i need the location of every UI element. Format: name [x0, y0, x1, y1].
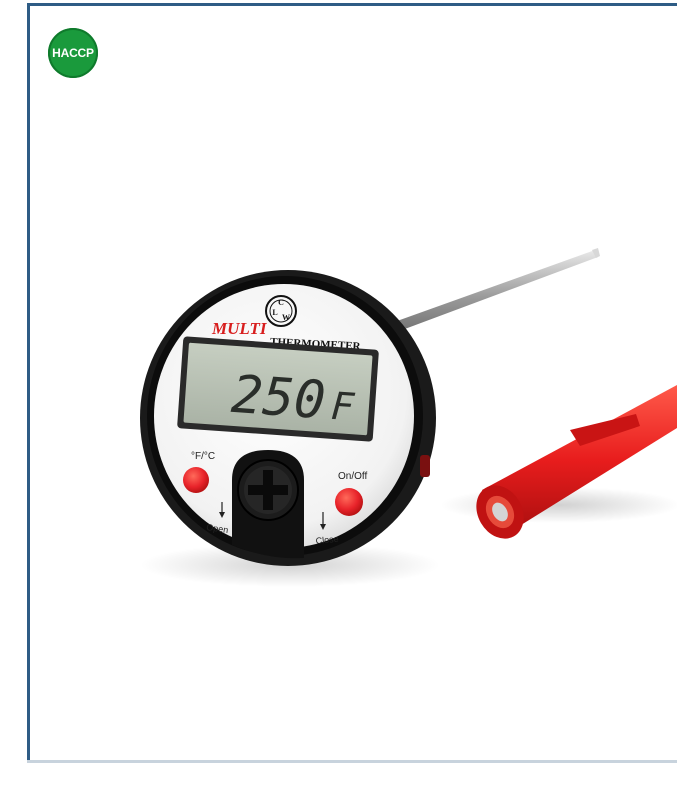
unit-toggle-label: °F/°C [191, 451, 215, 462]
power-button-label: On/Off [338, 471, 367, 482]
svg-text:L: L [272, 308, 277, 317]
svg-text:C: C [278, 298, 284, 307]
haccp-badge: HACCP [48, 28, 98, 78]
thermometer-photo: C L W MULTI THERMOMETER 250 F °F/°C On/O… [140, 248, 677, 587]
lcd-display: 250 F [177, 336, 379, 442]
calibration-knob [232, 450, 304, 559]
photo-frame: C L W MULTI THERMOMETER 250 F °F/°C On/O… [0, 0, 677, 785]
lcd-unit: F [330, 384, 357, 430]
power-button [335, 488, 363, 516]
unit-toggle-button [183, 467, 209, 493]
svg-text:W: W [282, 313, 290, 322]
haccp-badge-label: HACCP [52, 46, 94, 60]
thermometer-dial: C L W MULTI THERMOMETER 250 F °F/°C On/O… [140, 270, 436, 566]
red-sheath [476, 385, 677, 539]
lcd-value: 250 [229, 365, 327, 431]
brand-script: MULTI [211, 319, 268, 338]
